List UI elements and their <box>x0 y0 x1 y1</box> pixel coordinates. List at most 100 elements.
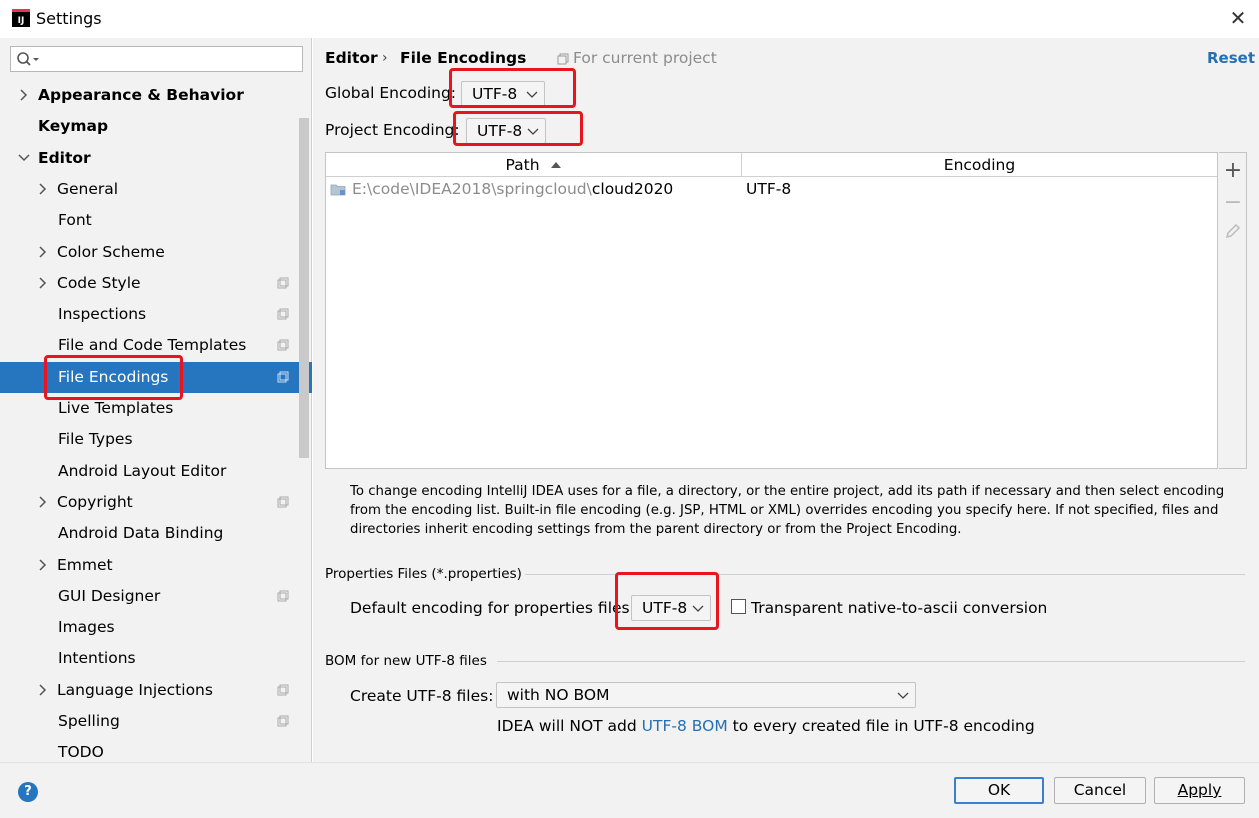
settings-sidebar: Appearance & Behavior Keymap Editor General… <box>0 38 312 762</box>
bom-select[interactable]: with NO BOM <box>496 682 916 708</box>
sidebar-item-label: Emmet <box>57 555 113 574</box>
chevron-right-icon[interactable] <box>37 245 49 258</box>
sidebar-item-emmet[interactable]: Emmet <box>0 550 312 581</box>
sidebar-item-label: Android Data Binding <box>58 524 224 543</box>
search-icon <box>17 52 39 66</box>
page-title: File Encodings <box>400 49 527 67</box>
sidebar-item-intentions[interactable]: Intentions <box>0 643 312 674</box>
sidebar-item-label: General <box>57 179 119 198</box>
sidebar-item-label: File Types <box>58 430 133 449</box>
bom-section-title: BOM for new UTF-8 files <box>325 653 487 669</box>
sidebar-item-font[interactable]: Font <box>0 205 312 236</box>
project-scope-icon <box>557 53 569 65</box>
path-encoding-table[interactable]: Path Encoding E:\code\IDEA2018\springclo… <box>325 152 1218 469</box>
sidebar-item-code-style[interactable]: Code Style <box>0 268 312 299</box>
apply-button[interactable]: Apply <box>1154 777 1245 804</box>
sidebar-item-label: Images <box>58 618 115 637</box>
sidebar-item-label: Appearance & Behavior <box>38 86 244 104</box>
chevron-right-icon[interactable] <box>37 183 49 195</box>
transparent-conversion-label[interactable]: Transparent native-to-ascii conversion <box>751 599 1047 617</box>
help-icon[interactable]: ? <box>18 782 38 802</box>
project-scope-icon <box>277 339 289 351</box>
section-divider <box>497 661 1245 662</box>
chevron-right-icon[interactable] <box>37 277 49 289</box>
sidebar-item-label: Font <box>58 211 92 230</box>
table-row-path[interactable]: E:\code\IDEA2018\springcloud\cloud2020 <box>352 179 673 199</box>
sidebar-item-label: Intentions <box>58 649 136 668</box>
pencil-icon <box>1225 223 1241 239</box>
sidebar-item-appearance-behavior[interactable]: Appearance & Behavior <box>0 80 312 111</box>
window-title: Settings <box>36 9 102 28</box>
highlight-box-properties <box>615 572 719 630</box>
title-bar: IJ Settings ✕ <box>0 0 1259 38</box>
sidebar-item-color-scheme[interactable]: Color Scheme <box>0 237 312 268</box>
sidebar-item-label: Copyright <box>57 492 133 511</box>
encoding-help-text: To change encoding IntelliJ IDEA uses fo… <box>350 484 1225 537</box>
sidebar-item-images[interactable]: Images <box>0 612 312 643</box>
sidebar-item-file-types[interactable]: File Types <box>0 424 312 455</box>
sidebar-item-language-injections[interactable]: Language Injections <box>0 675 312 706</box>
column-header-path[interactable]: Path <box>326 153 741 177</box>
sidebar-item-label: Inspections <box>58 305 147 324</box>
utf8-bom-link[interactable]: UTF-8 BOM <box>642 717 728 735</box>
highlight-box-file-encodings <box>44 355 183 400</box>
sidebar-item-android-layout-editor[interactable]: Android Layout Editor <box>0 456 312 487</box>
project-scope-icon <box>277 715 289 727</box>
transparent-conversion-checkbox[interactable] <box>731 599 746 614</box>
intellij-app-icon: IJ <box>12 9 30 27</box>
chevron-right-icon[interactable] <box>18 89 30 101</box>
project-scope-icon <box>277 684 289 696</box>
file-encodings-panel: Editor › File Encodings For current proj… <box>313 38 1259 762</box>
folder-icon <box>330 184 346 196</box>
project-scope-icon <box>277 308 289 320</box>
sort-ascending-icon <box>550 162 561 168</box>
project-scope-icon <box>277 496 289 508</box>
sidebar-item-label: Color Scheme <box>57 242 165 261</box>
column-header-encoding[interactable]: Encoding <box>742 153 1217 177</box>
chevron-right-icon[interactable] <box>37 496 49 508</box>
sidebar-item-keymap[interactable]: Keymap <box>0 111 312 142</box>
project-scope-icon <box>277 590 289 602</box>
add-path-button[interactable]: + <box>1219 157 1247 185</box>
scope-note: For current project <box>573 49 717 67</box>
sidebar-item-inspections[interactable]: Inspections <box>0 299 312 330</box>
table-row-encoding[interactable]: UTF-8 <box>746 179 791 199</box>
sidebar-item-label: Editor <box>38 148 91 167</box>
highlight-box-project <box>453 111 583 146</box>
properties-section-title: Properties Files (*.properties) <box>325 566 522 582</box>
cancel-button[interactable]: Cancel <box>1054 777 1146 804</box>
remove-path-button[interactable]: − <box>1219 189 1247 217</box>
sidebar-item-gui-designer[interactable]: GUI Designer <box>0 581 312 612</box>
breadcrumb-parent[interactable]: Editor <box>325 49 378 67</box>
sidebar-item-spelling[interactable]: Spelling <box>0 706 312 737</box>
reset-link[interactable]: Reset <box>1207 49 1255 67</box>
sidebar-item-android-data-binding[interactable]: Android Data Binding <box>0 518 312 549</box>
chevron-right-icon[interactable] <box>37 684 49 696</box>
ok-button[interactable]: OK <box>954 777 1044 804</box>
dialog-footer: ? OK Cancel Apply <box>0 762 1259 818</box>
project-encoding-label: Project Encoding: <box>325 121 460 139</box>
sidebar-item-general[interactable]: General <box>0 174 312 205</box>
sidebar-item-editor[interactable]: Editor <box>0 143 312 174</box>
global-encoding-label: Global Encoding: <box>325 84 457 102</box>
sidebar-item-label: GUI Designer <box>58 586 161 605</box>
table-toolbar: + − <box>1219 152 1247 469</box>
sidebar-item-copyright[interactable]: Copyright <box>0 487 312 518</box>
sidebar-item-label: Language Injections <box>57 680 213 699</box>
search-input[interactable] <box>10 46 303 72</box>
sidebar-item-label: Spelling <box>58 712 120 730</box>
bom-select-value: with NO BOM <box>507 686 610 704</box>
chevron-down-icon[interactable] <box>18 152 30 164</box>
close-icon[interactable]: ✕ <box>1226 6 1250 30</box>
sidebar-item-label: Code Style <box>57 273 141 292</box>
edit-path-button[interactable] <box>1219 220 1247 248</box>
highlight-box-global <box>449 68 576 108</box>
sidebar-item-label: Android Layout Editor <box>58 461 227 480</box>
chevron-right-icon[interactable] <box>37 558 49 571</box>
project-scope-icon <box>277 277 289 289</box>
create-utf8-label: Create UTF-8 files: <box>350 687 494 705</box>
sidebar-item-label: Keymap <box>38 117 109 136</box>
sidebar-scroll-thumb[interactable] <box>299 118 309 458</box>
properties-encoding-label: Default encoding for properties files <box>350 599 630 617</box>
project-scope-icon <box>277 371 289 383</box>
